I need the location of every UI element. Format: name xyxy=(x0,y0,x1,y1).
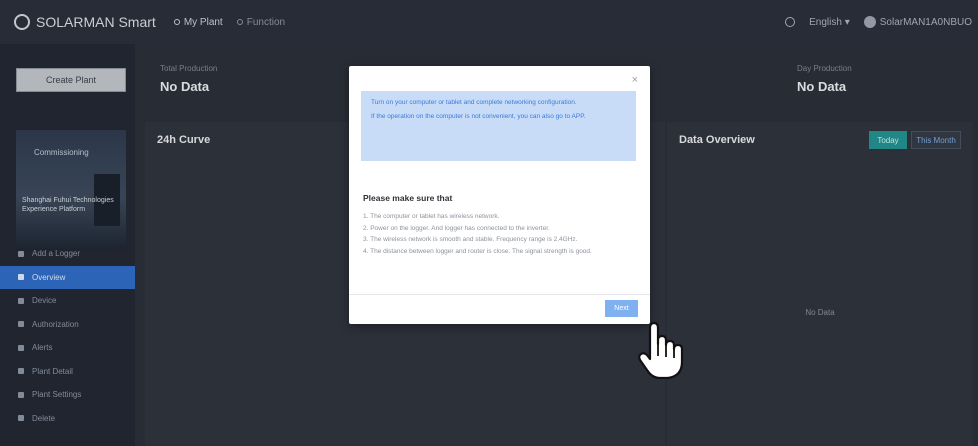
checklist-item: 1. The computer or tablet has wireless n… xyxy=(363,213,500,220)
info-line: Turn on your computer or tablet and comp… xyxy=(371,99,577,106)
checklist-heading: Please make sure that xyxy=(363,193,453,203)
hand-pointer-icon xyxy=(638,321,684,380)
close-icon[interactable]: × xyxy=(632,74,638,86)
checklist-item: 4. The distance between logger and route… xyxy=(363,247,592,255)
network-config-modal: × Turn on your computer or tablet and co… xyxy=(349,66,650,324)
checklist-item: 2. Power on the logger. And logger has c… xyxy=(363,224,550,232)
info-line: If the operation on the computer is not … xyxy=(371,113,586,120)
modal-divider xyxy=(349,294,650,295)
next-button[interactable]: Next xyxy=(605,300,638,317)
checklist: 1. The computer or tablet has wireless n… xyxy=(363,211,633,257)
info-box: Turn on your computer or tablet and comp… xyxy=(361,91,636,161)
checklist-item: 3. The wireless network is smooth and st… xyxy=(363,236,578,243)
